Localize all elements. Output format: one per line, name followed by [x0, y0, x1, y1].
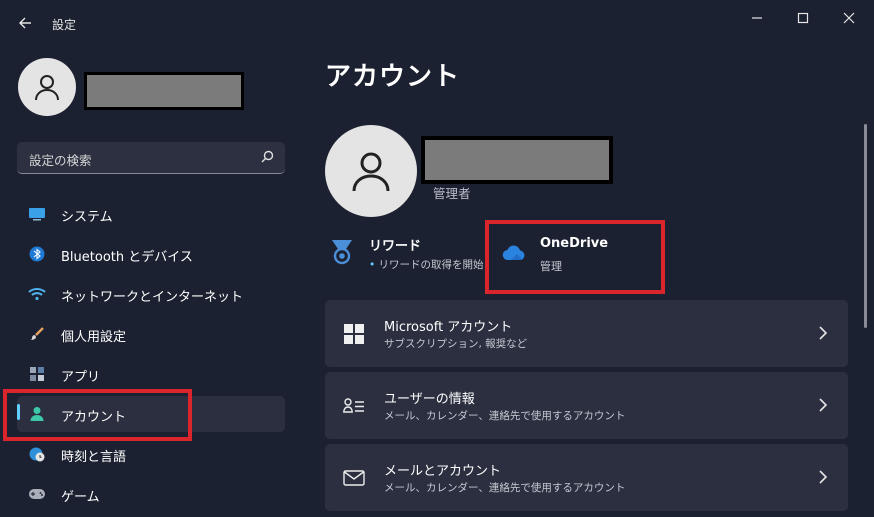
windows-logo-icon [342, 322, 366, 346]
close-icon [843, 12, 855, 24]
monitor-icon [27, 204, 47, 224]
sidebar-item-label: システム [61, 210, 113, 225]
mail-icon [342, 466, 366, 490]
apps-icon [27, 364, 47, 384]
clock-globe-icon [27, 444, 47, 464]
sidebar-item-label: 時刻と言語 [61, 450, 127, 465]
rewards-subtitle[interactable]: • リワードの取得を開始 [369, 257, 484, 272]
highlight-box-accounts [3, 389, 192, 441]
chevron-right-icon [819, 326, 828, 340]
card-microsoft-account[interactable]: Microsoft アカウント サブスクリプション, 報奨など [325, 300, 848, 367]
title-bar: 設定 [0, 0, 874, 48]
person-icon [352, 152, 390, 192]
sidebar-item-time-language[interactable]: 時刻と言語 [17, 436, 285, 472]
sidebar-item-network[interactable]: ネットワークとインターネット [17, 276, 285, 312]
card-title: ユーザーの情報 [384, 392, 475, 407]
card-subtitle: サブスクリプション, 報奨など [384, 338, 528, 350]
highlight-box-onedrive [485, 220, 665, 294]
sidebar-item-label: ネットワークとインターネット [61, 290, 244, 305]
gamepad-icon [27, 484, 47, 504]
chevron-right-icon [819, 398, 828, 412]
sidebar-item-bluetooth[interactable]: Bluetooth とデバイス [17, 236, 285, 272]
maximize-button[interactable] [780, 4, 826, 32]
card-email-accounts[interactable]: メールとアカウント メール、カレンダー、連絡先で使用するアカウント [325, 444, 848, 511]
close-button[interactable] [826, 4, 872, 32]
search-placeholder: 設定の検索 [29, 153, 92, 168]
sidebar-item-apps[interactable]: アプリ [17, 356, 285, 392]
card-title: メールとアカウント [384, 464, 502, 479]
sidebar-item-label: Bluetooth とデバイス [61, 250, 193, 265]
sidebar-item-label: ゲーム [61, 490, 100, 505]
sidebar-avatar[interactable] [18, 58, 76, 116]
search-input[interactable]: 設定の検索 [17, 142, 285, 174]
user-info-icon [342, 394, 366, 418]
medal-icon [332, 240, 352, 265]
maximize-icon [797, 12, 809, 24]
search-icon[interactable] [259, 149, 275, 165]
rewards-bullet: • [369, 259, 376, 271]
sidebar-item-gaming[interactable]: ゲーム [17, 476, 285, 512]
minimize-icon [752, 17, 762, 19]
profile-name-redacted [421, 136, 613, 184]
profile-avatar[interactable] [325, 125, 417, 217]
profile-role: 管理者 [433, 186, 471, 201]
card-title: Microsoft アカウント [384, 320, 513, 335]
rewards-title[interactable]: リワード [369, 235, 421, 254]
sidebar-item-label: アプリ [61, 370, 101, 385]
sidebar-item-personalization[interactable]: 個人用設定 [17, 316, 285, 352]
chevron-right-icon [819, 470, 828, 484]
rewards-subtitle-text: リワードの取得を開始 [378, 259, 484, 271]
bluetooth-icon [27, 244, 47, 264]
minimize-button[interactable] [734, 4, 780, 32]
sidebar-item-label: 個人用設定 [61, 330, 127, 345]
scrollbar[interactable] [864, 124, 867, 328]
page-title: アカウント [325, 62, 461, 92]
window-title: 設定 [52, 18, 77, 32]
sidebar-item-system[interactable]: システム [17, 196, 285, 232]
back-button[interactable] [14, 12, 36, 34]
person-icon [35, 75, 59, 101]
card-subtitle: メール、カレンダー、連絡先で使用するアカウント [384, 410, 626, 422]
paintbrush-icon [27, 324, 47, 344]
sidebar-user-name-redacted [84, 72, 244, 110]
arrow-left-icon [19, 17, 31, 29]
card-subtitle: メール、カレンダー、連絡先で使用するアカウント [384, 482, 626, 494]
card-your-info[interactable]: ユーザーの情報 メール、カレンダー、連絡先で使用するアカウント [325, 372, 848, 439]
wifi-icon [27, 284, 47, 304]
